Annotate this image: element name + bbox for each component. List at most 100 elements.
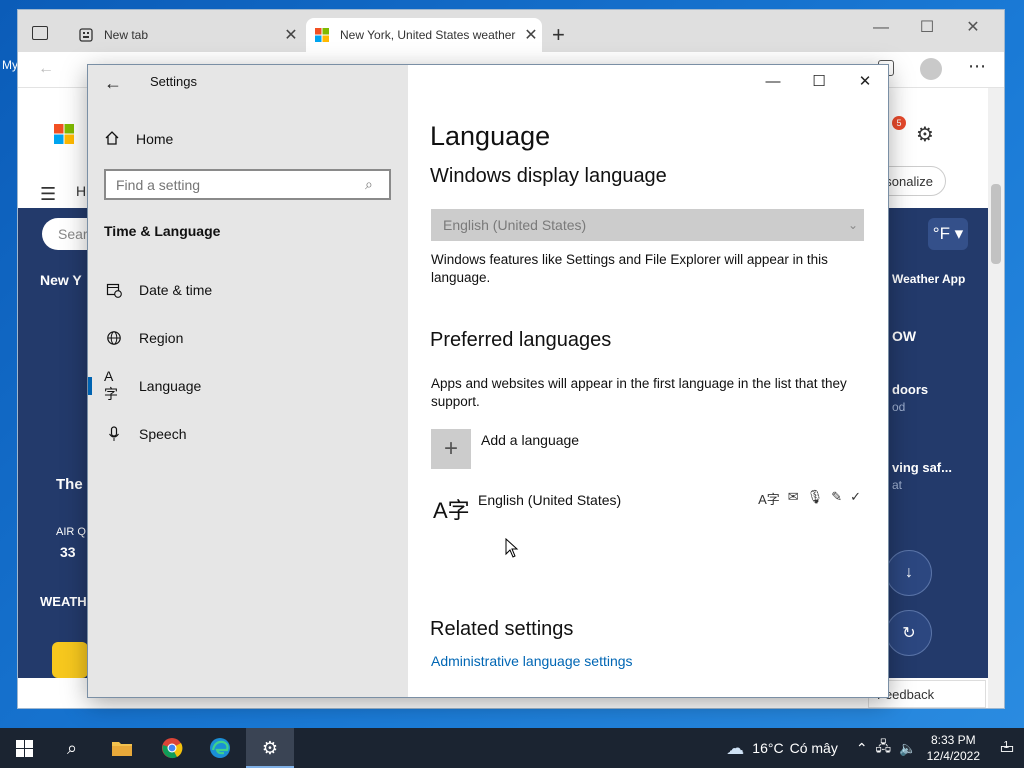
taskbar-edge[interactable] (196, 728, 244, 768)
spellcheck-feature-icon: ✓ (850, 489, 861, 504)
weather-card-fragment: OW (892, 328, 917, 344)
language-name: English (United States) (478, 492, 622, 508)
add-language-label: Add a language (481, 432, 580, 448)
back-arrow-icon[interactable]: ← (104, 73, 124, 93)
language-list-item[interactable]: A字 English (United States) A字 ✉ 🎙 ✎ ✓ (431, 489, 861, 529)
cloud-icon: ☁ (726, 737, 745, 758)
notifications-badge[interactable]: 5 (892, 116, 906, 130)
city-name: New Y (40, 272, 82, 288)
weather-app-label[interactable]: Weather App (892, 272, 965, 286)
page-scrollbar[interactable] (988, 88, 1004, 708)
volume-icon[interactable]: 🔈 (899, 740, 916, 757)
close-icon[interactable]: ✕ (842, 65, 888, 97)
weather-condition[interactable]: Có mây (790, 740, 838, 756)
microsoft-logo-icon (54, 124, 74, 149)
language-features: A字 ✉ 🎙 ✎ ✓ (758, 489, 861, 508)
language-icon: A字 (104, 368, 118, 402)
browser-window-controls: — ☐ ✕ (858, 14, 996, 42)
refresh-button[interactable]: ↻ (886, 610, 932, 656)
sidebar-item-label: Speech (139, 426, 187, 442)
network-icon[interactable]: 🖧 (876, 736, 892, 760)
category-title: Time & Language (104, 223, 221, 239)
speech-feature-icon: 🎙 (806, 489, 824, 504)
sidebar-item-region[interactable]: Region (88, 320, 408, 356)
thermometer-icon (52, 642, 88, 678)
clock[interactable]: 8:33 PM 12/4/2022 (927, 732, 980, 764)
display-language-heading: Windows display language (430, 165, 667, 187)
sidebar-item-home[interactable]: Home (104, 127, 173, 151)
maximize-icon[interactable]: ☐ (796, 65, 842, 97)
temperature-unit-button[interactable]: °F ▾ (928, 218, 968, 250)
page-nav-fragment[interactable]: H (76, 183, 86, 199)
home-icon (104, 130, 122, 149)
edge-icon (210, 738, 230, 758)
profile-avatar[interactable] (920, 58, 942, 80)
sidebar-item-date-time[interactable]: Date & time (88, 272, 408, 308)
air-quality-label: AIR Q (56, 526, 86, 538)
related-settings-heading: Related settings (430, 618, 574, 640)
scroll-down-button[interactable]: ↓ (886, 550, 932, 596)
minimize-icon[interactable]: — (858, 14, 904, 42)
settings-sidebar: ← Settings Home ⌕ Time & Language Date &… (88, 65, 408, 697)
refresh-icon: ↻ (902, 625, 916, 642)
text-to-speech-feature-icon: ✉ (787, 489, 799, 504)
tab-label: New York, United States weather (340, 28, 516, 42)
weather-section-label: WEATH (40, 594, 87, 609)
settings-window: ← Settings Home ⌕ Time & Language Date &… (88, 65, 888, 697)
windows-logo-icon (15, 739, 33, 757)
weather-text-fragment: The (56, 476, 83, 493)
close-icon[interactable]: ✕ (950, 14, 996, 42)
search-icon[interactable]: ⌕ (365, 176, 389, 193)
notification-icon: ▭ 1 (999, 740, 1015, 757)
clock-time: 8:33 PM (930, 733, 976, 747)
settings-window-controls: — ☐ ✕ (750, 65, 888, 97)
taskbar-file-explorer[interactable] (98, 728, 146, 768)
tab-new-tab[interactable]: New tab ✕ (70, 18, 302, 52)
new-tab-button[interactable]: + (552, 22, 565, 48)
close-tab-icon[interactable]: ✕ (520, 25, 542, 45)
plus-icon: + (431, 429, 471, 469)
folder-icon (112, 742, 132, 756)
action-center-button[interactable]: ▭ 1 (990, 728, 1024, 768)
sidebar-item-speech[interactable]: Speech (88, 416, 408, 452)
start-button[interactable] (0, 728, 48, 768)
weather-card-fragment: doors (892, 382, 929, 397)
close-tab-icon[interactable]: ✕ (280, 25, 302, 45)
settings-content: — ☐ ✕ Language Windows display language … (408, 65, 888, 697)
add-language-button[interactable]: + Add a language (431, 429, 579, 469)
hamburger-menu-icon[interactable]: ☰ (40, 184, 56, 205)
taskbar-settings[interactable]: ⚙ (246, 728, 294, 768)
sidebar-item-language[interactable]: A字 Language (88, 368, 408, 404)
tab-actions-icon[interactable] (32, 26, 48, 40)
chevron-up-icon[interactable]: ⌃ (856, 740, 868, 757)
back-icon[interactable]: ← (38, 60, 54, 78)
gear-icon[interactable]: ⚙ (916, 122, 934, 147)
arrow-down-icon: ↓ (905, 564, 913, 581)
microsoft-logo-icon (314, 27, 330, 43)
taskbar-chrome[interactable] (148, 728, 196, 768)
weather-card-fragment: od (892, 400, 906, 414)
tab-weather[interactable]: New York, United States weather ✕ (306, 18, 542, 52)
sidebar-item-label: Date & time (139, 282, 213, 298)
display-language-feature-icon: A字 (758, 492, 780, 507)
display-language-dropdown[interactable]: English (United States) ⌄ (431, 209, 864, 241)
desktop-icon-label[interactable]: My (2, 58, 18, 72)
find-setting-search[interactable]: ⌕ (104, 169, 391, 200)
notification-count: 1 (1003, 740, 1009, 751)
weather-card-fragment: ving saf... (892, 460, 952, 475)
chrome-icon (162, 738, 183, 759)
search-input[interactable] (116, 176, 365, 193)
chevron-down-icon: ⌄ (847, 218, 858, 232)
minimize-icon[interactable]: — (750, 65, 796, 97)
taskbar-search-button[interactable]: ⌕ (48, 728, 96, 768)
sidebar-item-label: Home (136, 131, 174, 147)
tab-label: New tab (104, 28, 149, 42)
tab-bar: New tab ✕ New York, United States weathe… (18, 10, 1004, 52)
scrollbar-thumb[interactable] (991, 184, 1001, 264)
more-options-icon[interactable]: ⋯ (968, 56, 986, 77)
maximize-icon[interactable]: ☐ (904, 14, 950, 42)
preferred-languages-heading: Preferred languages (430, 329, 612, 351)
weather-temperature[interactable]: 16°C (752, 740, 783, 756)
new-tab-page-icon (78, 27, 94, 43)
administrative-language-settings-link[interactable]: Administrative language settings (431, 653, 633, 669)
